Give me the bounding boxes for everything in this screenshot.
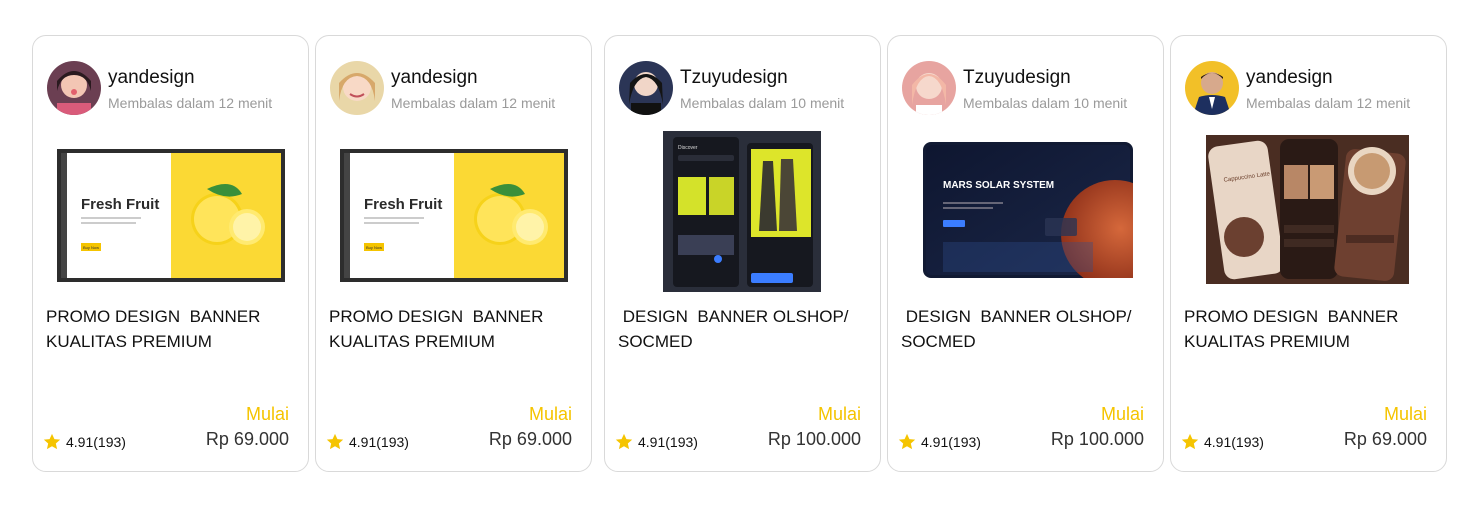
rating-value: 4.91(193) — [921, 434, 981, 450]
rating: 4.91(193) — [897, 432, 981, 452]
reply-time: Membalas dalam 10 menit — [680, 95, 845, 111]
product-thumbnail[interactable]: MARS SOLAR SYSTEM — [923, 142, 1133, 278]
thumbnail-headline: Fresh Fruit — [364, 196, 442, 213]
star-icon — [1180, 432, 1200, 452]
product-title[interactable]: PROMO DESIGN BANNER KUALITAS PREMIUM — [329, 304, 569, 354]
star-icon — [897, 432, 917, 452]
rating-value: 4.91(193) — [66, 434, 126, 450]
seller-name[interactable]: yandesign — [108, 67, 195, 89]
star-icon — [325, 432, 345, 452]
thumbnail-button: Buy Now — [83, 245, 99, 250]
thumbnail-headline: MARS SOLAR SYSTEM — [943, 180, 1054, 191]
avatar — [902, 61, 956, 115]
product-title[interactable]: DESIGN BANNER OLSHOP/ SOCMED — [618, 304, 858, 354]
seller-name[interactable]: Tzuyudesign — [680, 67, 788, 89]
product-card[interactable]: yandesign Membalas dalam 12 menit Fresh … — [32, 35, 309, 472]
rating-value: 4.91(193) — [349, 434, 409, 450]
price: Rp 100.000 — [767, 429, 861, 449]
rating: 4.91(193) — [42, 432, 126, 452]
product-card[interactable]: yandesign Membalas dalam 12 menit Fresh … — [315, 35, 592, 472]
product-thumbnail[interactable]: Fresh Fruit Buy Now — [340, 149, 568, 282]
star-icon — [614, 432, 634, 452]
product-card[interactable]: Tzuyudesign Membalas dalam 10 menit Disc… — [604, 35, 881, 472]
price: Rp 100.000 — [1050, 429, 1144, 449]
thumbnail-button: Buy Now — [366, 245, 382, 250]
price: Rp 69.000 — [205, 429, 289, 449]
start-label: Mulai — [1383, 404, 1427, 424]
star-icon — [42, 432, 62, 452]
avatar — [1185, 61, 1239, 115]
product-thumbnail[interactable]: Cappuccino Latte — [1206, 135, 1409, 284]
reply-time: Membalas dalam 12 menit — [391, 95, 556, 111]
product-thumbnail[interactable]: Discover — [663, 131, 821, 292]
product-thumbnail[interactable]: Fresh Fruit Buy Now — [57, 149, 285, 282]
thumbnail-headline: Discover — [678, 145, 698, 151]
product-title[interactable]: PROMO DESIGN BANNER KUALITAS PREMIUM — [1184, 304, 1424, 354]
start-label: Mulai — [817, 404, 861, 424]
seller-name[interactable]: yandesign — [1246, 67, 1333, 89]
reply-time: Membalas dalam 10 menit — [963, 95, 1128, 111]
avatar — [619, 61, 673, 115]
product-title[interactable]: PROMO DESIGN BANNER KUALITAS PREMIUM — [46, 304, 286, 354]
start-label: Mulai — [245, 404, 289, 424]
avatar — [330, 61, 384, 115]
rating: 4.91(193) — [614, 432, 698, 452]
price: Rp 69.000 — [488, 429, 572, 449]
price: Rp 69.000 — [1343, 429, 1427, 449]
rating: 4.91(193) — [325, 432, 409, 452]
start-label: Mulai — [528, 404, 572, 424]
reply-time: Membalas dalam 12 menit — [108, 95, 273, 111]
avatar — [47, 61, 101, 115]
product-card[interactable]: yandesign Membalas dalam 12 menit Cappuc… — [1170, 35, 1447, 472]
product-card[interactable]: Tzuyudesign Membalas dalam 10 menit MARS… — [887, 35, 1164, 472]
reply-time: Membalas dalam 12 menit — [1246, 95, 1411, 111]
start-label: Mulai — [1100, 404, 1144, 424]
rating-value: 4.91(193) — [638, 434, 698, 450]
thumbnail-headline: Fresh Fruit — [81, 196, 159, 213]
seller-name[interactable]: yandesign — [391, 67, 478, 89]
product-title[interactable]: DESIGN BANNER OLSHOP/ SOCMED — [901, 304, 1141, 354]
rating: 4.91(193) — [1180, 432, 1264, 452]
seller-name[interactable]: Tzuyudesign — [963, 67, 1071, 89]
rating-value: 4.91(193) — [1204, 434, 1264, 450]
